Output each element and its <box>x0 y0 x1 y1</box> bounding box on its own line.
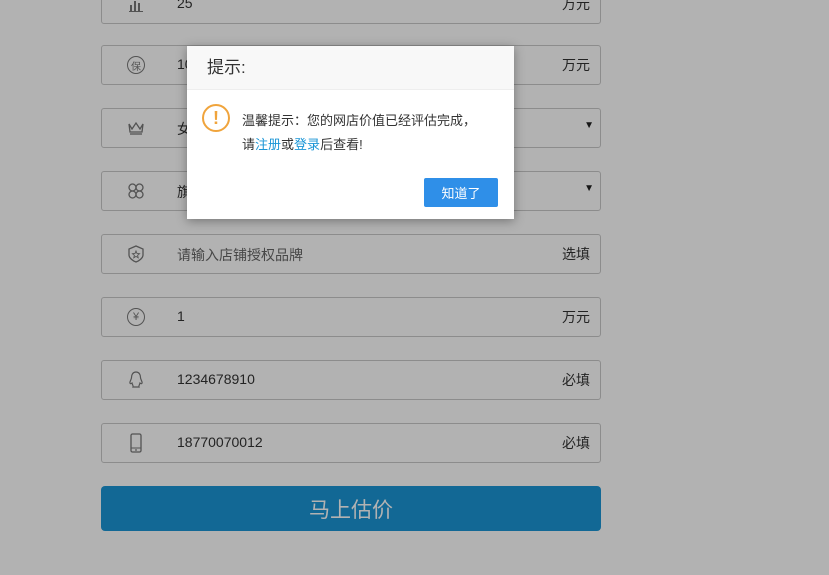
dialog-title: 提示: <box>187 46 514 90</box>
msg-suffix: 后查看! <box>320 137 363 152</box>
msg-or: 或 <box>281 137 295 152</box>
alert-dialog: 提示: ! 温馨提示：您的网店价值已经评估完成， 请注册或登录后查看! 知道了 <box>187 46 514 219</box>
ok-button[interactable]: 知道了 <box>424 178 498 207</box>
msg-prefix: 请 <box>242 137 256 152</box>
dialog-message-line1: 温馨提示：您的网店价值已经评估完成， <box>242 113 477 128</box>
login-link[interactable]: 登录 <box>294 137 320 152</box>
warning-icon: ! <box>202 104 230 132</box>
register-link[interactable]: 注册 <box>255 137 281 152</box>
dialog-message-line2: 请注册或登录后查看! <box>242 133 502 157</box>
dialog-message: 温馨提示：您的网店价值已经评估完成， 请注册或登录后查看! <box>242 109 502 157</box>
